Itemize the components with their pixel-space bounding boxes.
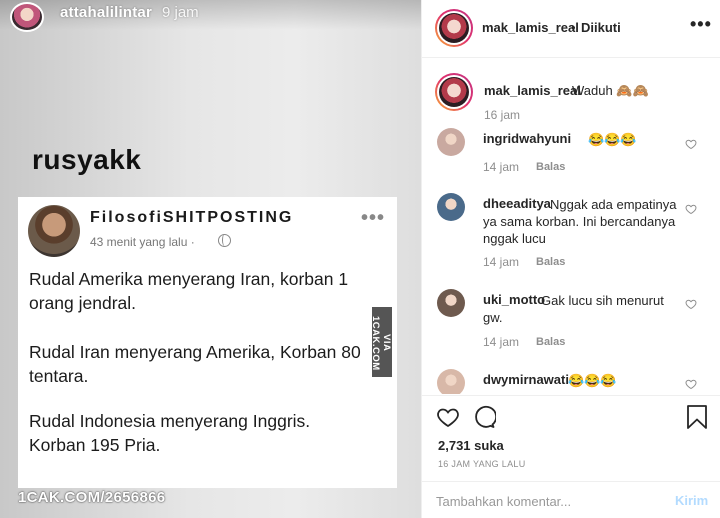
meme-paragraph: Rudal Indonesia menyerang Inggris. Korba… [29,411,311,455]
comment-text: 😂😂😂 [568,373,617,388]
story-caption: rusyakk [32,144,142,175]
post-timestamp: 16 JAM YANG LALU [438,459,526,469]
comment-icon[interactable] [472,405,496,429]
meme-paragraph: Rudal Amerika menyerang Iran, korban 1 o… [29,269,349,313]
like-comment-icon[interactable] [685,378,697,390]
send-button[interactable]: Kirim [675,493,708,508]
globe-icon [218,234,231,247]
story-time: 9 jam [162,4,199,21]
post-actions: 2,731 suka 16 JAM YANG LALU Kirim [422,395,720,518]
post-panel: mak_lamis_real • Diikuti ••• mak_lamis_r… [421,0,720,518]
meme-card: FilosofiSHITPOSTING 43 menit yang lalu ·… [18,197,397,488]
story-image: attahalilintar 9 jam rusyakk FilosofiSHI… [0,0,421,518]
comment-composer: Kirim [422,481,720,518]
meme-paragraph: Rudal Iran menyerang Amerika, Korban 80 … [29,342,361,386]
likes-count[interactable]: 2,731 suka [438,438,504,453]
comment-input[interactable] [436,490,656,512]
meme-more-icon: ••• [361,207,386,229]
like-icon[interactable] [436,405,460,429]
story-avatar[interactable] [10,2,44,32]
comment-item: dwymirnawati 😂😂😂 [422,0,720,394]
story-username[interactable]: attahalilintar [60,4,152,21]
meme-post-time: 43 menit yang lalu · [90,235,195,249]
meme-page-name: FilosofiSHITPOSTING [90,209,294,226]
meme-page-avatar [28,205,80,257]
comment-avatar[interactable] [437,369,465,394]
comment-username[interactable]: dwymirnawati [483,372,569,387]
side-watermark: VIA 1CAK.COM [370,307,392,377]
bookmark-icon[interactable] [686,405,708,429]
bottom-watermark: 1CAK.COM/2656866 [18,489,166,506]
